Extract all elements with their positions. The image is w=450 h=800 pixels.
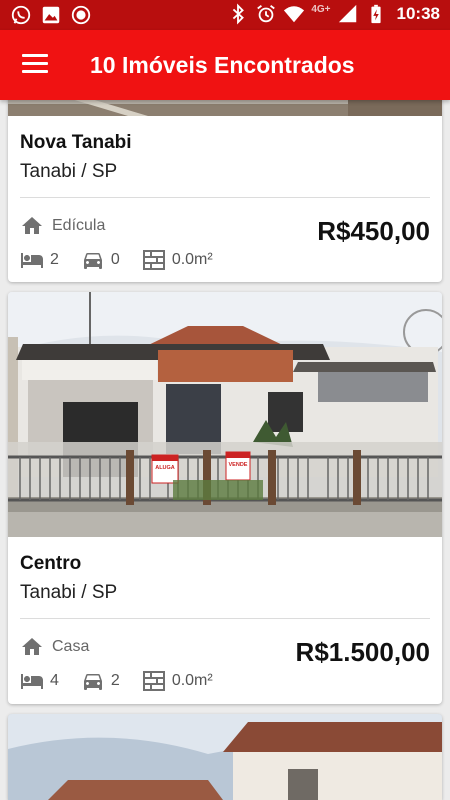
listing-info: Nova Tanabi Tanabi / SP Edícula R$450,00… <box>8 116 442 282</box>
hamburger-icon-line <box>22 54 48 57</box>
status-bar: 4G+ 10:38 <box>0 0 450 30</box>
battery-charging-icon <box>370 4 381 24</box>
bedrooms-count: 4 <box>50 672 59 689</box>
brick-area-icon <box>142 250 165 270</box>
listing-type-label: Edícula <box>52 217 106 234</box>
hamburger-icon-line <box>22 70 48 73</box>
area: 0.0m² <box>142 248 213 272</box>
listing-price: R$1.500,00 <box>295 637 430 667</box>
listing-city: Tanabi / SP <box>20 161 118 182</box>
bed-icon <box>21 674 43 689</box>
car-icon <box>83 674 102 690</box>
car-icon <box>83 253 102 269</box>
divider <box>20 618 430 619</box>
divider <box>20 197 430 198</box>
area: 0.0m² <box>142 669 213 693</box>
bedrooms: 2 <box>20 248 59 272</box>
signal-icon <box>338 4 356 23</box>
network-type-label: 4G+ <box>311 3 331 15</box>
garages-count: 0 <box>110 251 120 268</box>
listing-photo[interactable]: ALUGA VENDE <box>8 292 442 537</box>
listing-card[interactable]: ALUGA VENDE Centro Tanabi / SP Casa R$1.… <box>8 292 442 704</box>
record-icon <box>71 5 91 25</box>
hamburger-icon-line <box>22 62 48 65</box>
listing-price: R$450,00 <box>317 216 430 246</box>
app-bar: 10 Imóveis Encontrados <box>0 30 450 100</box>
listing-type-label: Casa <box>52 638 90 655</box>
home-icon <box>22 638 42 655</box>
alarm-icon <box>257 5 276 23</box>
sign-vende: VENDE <box>229 462 248 468</box>
listing-info: Centro Tanabi / SP Casa R$1.500,00 4 2 0… <box>8 537 442 704</box>
listing-features: 4 2 0.0m² <box>20 669 235 693</box>
sign-aluga: ALUGA <box>155 465 175 471</box>
bedrooms: 4 <box>20 669 59 693</box>
listing-title: Centro <box>20 553 82 574</box>
garages: 2 <box>81 669 120 693</box>
area-value: 0.0m² <box>171 251 213 268</box>
wifi-icon <box>284 6 305 23</box>
bluetooth-icon <box>233 3 245 25</box>
garages-count: 2 <box>110 672 120 689</box>
listing-features: 2 0 0.0m² <box>20 248 235 272</box>
brick-area-icon <box>142 671 165 691</box>
menu-button[interactable] <box>22 54 48 76</box>
listing-photo[interactable] <box>8 714 442 800</box>
gallery-icon <box>42 6 60 24</box>
home-icon <box>22 217 42 234</box>
bed-icon <box>21 253 43 268</box>
listing-card[interactable] <box>8 714 442 800</box>
listing-card[interactable]: Nova Tanabi Tanabi / SP Edícula R$450,00… <box>8 80 442 282</box>
area-value: 0.0m² <box>171 672 213 689</box>
page-title: 10 Imóveis Encontrados <box>90 52 355 78</box>
listing-title: Nova Tanabi <box>20 132 132 153</box>
whatsapp-icon <box>11 5 31 25</box>
listing-type: Edícula <box>20 214 105 238</box>
clock: 10:38 <box>396 4 440 23</box>
garages: 0 <box>81 248 120 272</box>
bedrooms-count: 2 <box>50 251 59 268</box>
listing-type: Casa <box>20 635 89 659</box>
listing-city: Tanabi / SP <box>20 582 118 603</box>
